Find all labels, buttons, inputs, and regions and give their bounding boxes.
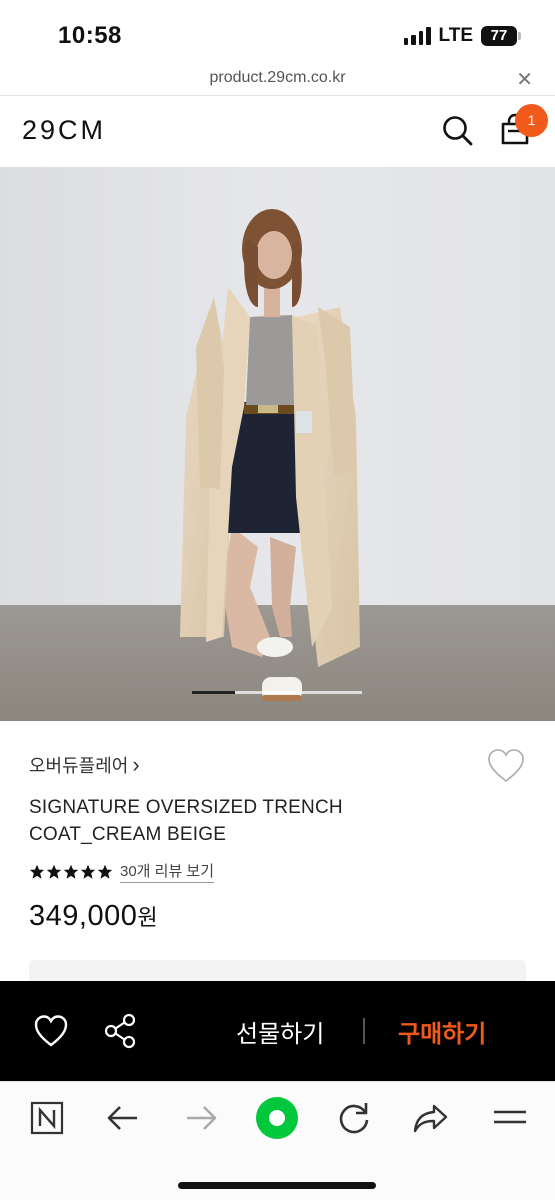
star-icon [46,864,62,879]
url-text[interactable]: product.29cm.co.kr [0,69,555,87]
menu-icon[interactable] [490,1098,530,1138]
status-bar: 10:58 LTE 77 [0,0,555,62]
wishlist-heart-icon[interactable] [487,748,525,784]
green-dot-icon[interactable] [255,1096,299,1140]
status-time: 10:58 [58,22,122,49]
gift-button[interactable]: 선물하기 [236,1014,324,1049]
action-divider [363,1018,365,1044]
product-photo-illustration [0,167,555,721]
star-rating [29,864,113,880]
home-indicator [178,1182,376,1189]
browser-toolbar [0,1081,555,1200]
product-price: 349,000원 [29,900,158,933]
rating-row: 30개 리뷰 보기 [29,860,215,883]
close-icon[interactable]: ✕ [516,67,533,92]
star-icon [63,864,79,879]
chevron-right-icon: › [132,752,140,777]
signal-icon [403,27,431,45]
heart-icon[interactable] [33,1014,69,1048]
product-photo[interactable] [0,167,555,721]
battery-icon: 77 [481,26,521,46]
network-type: LTE [438,25,473,46]
refresh-icon[interactable] [334,1098,374,1138]
share-icon[interactable] [103,1013,137,1049]
star-icon [80,864,96,879]
star-icon [97,864,113,879]
site-header: 29CM 1 [0,97,555,167]
url-bar[interactable]: product.29cm.co.kr ✕ [0,62,555,96]
forward-arrow-icon[interactable] [181,1098,221,1138]
price-value: 349,000 [29,900,138,932]
purchase-action-bar: 선물하기 구매하기 [0,981,555,1081]
price-unit: 원 [137,905,159,930]
brand-link[interactable]: 오버듀플레어 › [29,752,140,778]
search-icon[interactable] [440,113,474,147]
back-arrow-icon[interactable] [103,1098,143,1138]
site-logo[interactable]: 29CM [22,115,106,146]
cart-count-badge[interactable]: 1 [515,104,548,137]
buy-button[interactable]: 구매하기 [398,1014,486,1049]
naver-n-icon[interactable] [27,1098,67,1138]
brand-name[interactable]: 오버듀플레어 [29,752,128,778]
review-link[interactable]: 30개 리뷰 보기 [120,860,215,883]
share-arrow-icon[interactable] [411,1098,451,1138]
star-icon [29,864,45,879]
carousel-indicator [192,691,235,694]
status-indicators: LTE 77 [403,25,521,47]
product-name: SIGNATURE OVERSIZED TRENCH COAT_CREAM BE… [29,797,343,845]
